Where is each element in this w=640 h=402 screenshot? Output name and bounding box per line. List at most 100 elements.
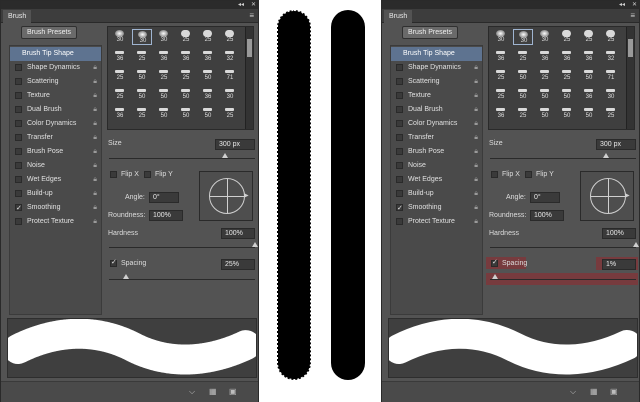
option-noise[interactable]: Noise 🔒︎	[10, 159, 101, 173]
option-wet-edges[interactable]: Wet Edges 🔒︎	[391, 173, 482, 187]
hardness-slider[interactable]	[109, 242, 258, 248]
brush-presets-button[interactable]: Brush Presets	[21, 26, 77, 39]
hardness-field[interactable]: 100%	[602, 228, 636, 239]
lock-icon[interactable]: 🔒︎	[474, 173, 478, 187]
option-checkbox[interactable]	[396, 176, 403, 183]
option-brush-pose[interactable]: Brush Pose 🔒︎	[10, 145, 101, 159]
scrollbar-thumb[interactable]	[628, 39, 633, 57]
lock-icon[interactable]: 🔒︎	[93, 131, 97, 145]
brush-tip-cell[interactable]: 30	[535, 29, 555, 45]
option-checkbox[interactable]	[15, 64, 22, 71]
brush-tip-cell[interactable]: 25	[579, 29, 599, 45]
brush-tip-cell[interactable]: 50	[513, 86, 533, 102]
slider-thumb[interactable]	[123, 274, 129, 279]
angle-field[interactable]: 0°	[530, 192, 560, 203]
panel-menu-icon[interactable]: ≡	[630, 10, 635, 22]
lock-icon[interactable]: 🔒︎	[474, 145, 478, 159]
option-checkbox[interactable]	[396, 162, 403, 169]
brush-tip-cell[interactable]: 50	[154, 105, 174, 121]
option-checkbox[interactable]	[396, 134, 403, 141]
hardness-slider[interactable]	[490, 242, 639, 248]
lock-icon[interactable]: 🔒︎	[93, 75, 97, 89]
size-slider[interactable]	[109, 153, 255, 159]
brush-tip-cell[interactable]: 25	[110, 86, 130, 102]
lock-icon[interactable]: 🔒︎	[93, 215, 97, 229]
close-panel-icon[interactable]: ✕	[632, 1, 637, 9]
option-checkbox[interactable]	[15, 218, 22, 225]
option-checkbox[interactable]	[15, 120, 22, 127]
brush-tip-cell[interactable]: 25	[132, 105, 152, 121]
option-checkbox[interactable]	[396, 120, 403, 127]
slider-thumb[interactable]	[492, 274, 498, 279]
option-texture[interactable]: Texture 🔒︎	[10, 89, 101, 103]
spacing-field[interactable]: 25%	[221, 259, 255, 270]
brush-tip-cell[interactable]: 36	[198, 86, 218, 102]
option-checkbox[interactable]	[15, 134, 22, 141]
lock-icon[interactable]: 🔒︎	[93, 187, 97, 201]
slider-thumb[interactable]	[633, 242, 639, 247]
option-color-dynamics[interactable]: Color Dynamics 🔒︎	[391, 117, 482, 131]
option-checkbox[interactable]	[396, 202, 403, 216]
slider-thumb[interactable]	[603, 153, 609, 158]
create-new-brush-icon[interactable]: ▣	[610, 387, 618, 396]
brush-tip-cell[interactable]: 50	[176, 86, 196, 102]
option-transfer[interactable]: Transfer 🔒︎	[391, 131, 482, 145]
spacing-slider[interactable]	[109, 274, 255, 280]
option-checkbox[interactable]	[396, 78, 403, 85]
brush-tip-cell[interactable]: 30	[220, 86, 240, 102]
option-dual-brush[interactable]: Dual Brush 🔒︎	[10, 103, 101, 117]
lock-icon[interactable]: 🔒︎	[474, 187, 478, 201]
flip-x-checkbox[interactable]	[491, 171, 498, 178]
brush-tip-cell[interactable]: 30	[601, 86, 621, 102]
size-field[interactable]: 300 px	[596, 139, 636, 150]
lock-icon[interactable]: 🔒︎	[474, 89, 478, 103]
flip-x-checkbox[interactable]	[110, 171, 117, 178]
option-shape-dynamics[interactable]: Shape Dynamics 🔒︎	[391, 61, 482, 75]
option-checkbox[interactable]	[15, 162, 22, 169]
brush-tip-cell[interactable]: 30	[154, 29, 174, 45]
roundness-field[interactable]: 100%	[149, 210, 183, 221]
lock-icon[interactable]: 🔒︎	[474, 103, 478, 117]
option-brush-tip-shape[interactable]: Brush Tip Shape	[10, 47, 101, 61]
tab-brush[interactable]: Brush	[384, 10, 413, 23]
close-panel-icon[interactable]: ✕	[251, 1, 256, 9]
brush-tip-cell[interactable]: 50	[535, 105, 555, 121]
brush-tip-cell[interactable]: 36	[491, 48, 511, 64]
brush-tip-cell[interactable]: 25	[176, 67, 196, 83]
size-slider[interactable]	[490, 153, 636, 159]
lock-icon[interactable]: 🔒︎	[93, 89, 97, 103]
panel-menu-icon[interactable]: ≡	[249, 10, 254, 22]
option-brush-pose[interactable]: Brush Pose 🔒︎	[391, 145, 482, 159]
lock-icon[interactable]: 🔒︎	[93, 159, 97, 173]
option-checkbox[interactable]	[396, 148, 403, 155]
brush-tip-cell[interactable]: 25	[154, 67, 174, 83]
brush-tip-cell[interactable]: 50	[513, 67, 533, 83]
brush-tip-cell[interactable]: 50	[176, 105, 196, 121]
brush-tip-cell[interactable]: 36	[198, 48, 218, 64]
brush-tip-cell[interactable]: 36	[110, 48, 130, 64]
brush-tip-cell[interactable]: 25	[110, 67, 130, 83]
option-checkbox[interactable]	[15, 148, 22, 155]
option-checkbox[interactable]	[396, 106, 403, 113]
option-brush-tip-shape[interactable]: Brush Tip Shape	[391, 47, 482, 61]
size-field[interactable]: 300 px	[215, 139, 255, 150]
brush-tip-cell[interactable]: 25	[491, 86, 511, 102]
brush-tip-cell[interactable]: 50	[132, 67, 152, 83]
lock-icon[interactable]: 🔒︎	[474, 201, 478, 215]
option-color-dynamics[interactable]: Color Dynamics 🔒︎	[10, 117, 101, 131]
brush-tip-cell[interactable]: 25	[513, 105, 533, 121]
option-shape-dynamics[interactable]: Shape Dynamics 🔒︎	[10, 61, 101, 75]
brush-tip-cell[interactable]: 50	[132, 86, 152, 102]
angle-roundness-dial[interactable]: ▶	[199, 171, 253, 221]
flip-y-checkbox[interactable]	[525, 171, 532, 178]
brush-tip-cell[interactable]: 71	[601, 67, 621, 83]
spacing-slider[interactable]	[490, 274, 636, 280]
option-checkbox[interactable]	[15, 92, 22, 99]
brush-tip-cell[interactable]: 25	[601, 105, 621, 121]
flip-y-checkbox[interactable]	[144, 171, 151, 178]
brush-tip-cell[interactable]: 36	[154, 48, 174, 64]
brush-tip-cell[interactable]: 50	[198, 105, 218, 121]
option-texture[interactable]: Texture 🔒︎	[391, 89, 482, 103]
lock-icon[interactable]: 🔒︎	[474, 215, 478, 229]
brush-tip-cell[interactable]: 30	[132, 29, 152, 45]
